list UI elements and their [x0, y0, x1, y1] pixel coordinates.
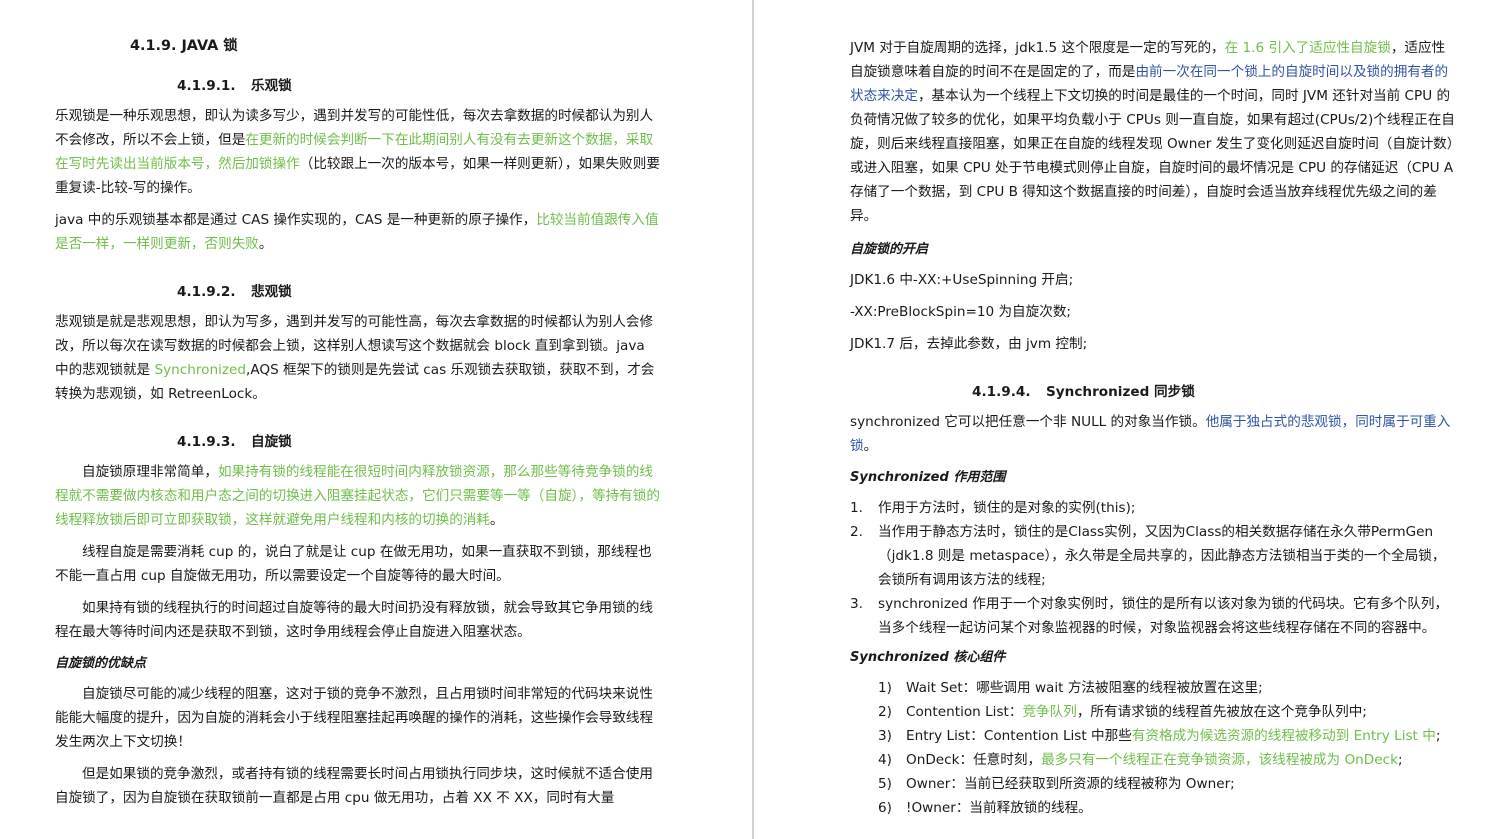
list-item: 2. 当作用于静态方法时，锁住的是Class实例，又因为Class的相关数据存储在…	[850, 524, 1446, 588]
list-item: 1) Wait Set：哪些调用 wait 方法被阻塞的线程被放置在这里;	[878, 680, 1263, 696]
list-item: 1. 作用于方法时，锁住的是对象的实例(this);	[850, 500, 1136, 516]
spin-paragraph-4: 自旋锁尽可能的减少线程的阻塞，这对于锁的竞争不激烈，且占用锁时间非常短的代码块来…	[55, 686, 654, 750]
left-page-content: 4.1.9. JAVA 锁 4.1.9.1. 乐观锁 乐观锁是一种乐观思想，即认为…	[55, 36, 660, 810]
sync-core-list: 1) Wait Set：哪些调用 wait 方法被阻塞的线程被放置在这里; 2) C…	[850, 676, 1458, 820]
heading-title: Synchronized 同步锁	[1046, 384, 1195, 400]
sync-scope-list: 1. 作用于方法时，锁住的是对象的实例(this); 2. 当作用于静态方法时，锁住…	[850, 496, 1458, 640]
spin-enable-title: 自旋锁的开启	[850, 242, 929, 257]
page-divider	[752, 0, 754, 839]
list-item: 2) Contention List：竞争队列，所有请求锁的线程首先被放在这个竞争…	[878, 704, 1367, 720]
spin-enable-line-3: JDK1.7 后，去掉此参数，由 jvm 控制;	[850, 336, 1088, 352]
list-item: 4) OnDeck：任意时刻，最多只有一个线程正在竞争锁资源，该线程被成为 OnD…	[878, 752, 1403, 768]
left-page: 4.1.9. JAVA 锁 4.1.9.1. 乐观锁 乐观锁是一种乐观思想，即认为…	[0, 0, 752, 839]
optimistic-paragraph-2: java 中的乐观锁基本都是通过 CAS 操作实现的，CAS 是一种更新的原子操…	[55, 212, 659, 252]
heading-java-lock: 4.1.9. JAVA 锁	[130, 38, 238, 54]
optimistic-paragraph-1: 乐观锁是一种乐观思想，即认为读多写少，遇到并发写的可能性低，每次去拿数据的时候都…	[55, 108, 660, 196]
heading-number: 4.1.9.3.	[177, 434, 236, 450]
spin-paragraph-5: 但是如果锁的竞争激烈，或者持有锁的线程需要长时间占用锁执行同步块，这时候就不适合…	[55, 766, 653, 806]
list-item: 5) Owner：当前已经获取到所资源的线程被称为 Owner;	[878, 776, 1235, 792]
spin-pros-cons-title: 自旋锁的优缺点	[55, 656, 147, 671]
heading-number: 4.1.9.4.	[972, 384, 1031, 400]
spin-paragraph-2: 线程自旋是需要消耗 cup 的，说白了就是让 cup 在做无用功，如果一直获取不…	[55, 544, 652, 584]
heading-title: 悲观锁	[251, 284, 292, 300]
heading-optimistic-lock: 4.1.9.1. 乐观锁	[55, 76, 660, 96]
right-page-content: JVM 对于自旋周期的选择，jdk1.5 这个限度是一定的写死的，在 1.6 引…	[850, 36, 1458, 820]
spin-enable-line-2: -XX:PreBlockSpin=10 为自旋次数;	[850, 304, 1072, 320]
adaptive-spin-paragraph: JVM 对于自旋周期的选择，jdk1.5 这个限度是一定的写死的，在 1.6 引…	[850, 40, 1455, 224]
sync-scope-title: Synchronized 作用范围	[850, 470, 1006, 485]
list-item: 3) Entry List：Contention List 中那些有资格成为候选资…	[878, 728, 1441, 744]
heading-number: 4.1.9.2.	[177, 284, 236, 300]
pessimistic-paragraph: 悲观锁是就是悲观思想，即认为写多，遇到并发写的可能性高，每次去拿数据的时候都认为…	[55, 314, 655, 402]
heading-title: 乐观锁	[251, 78, 292, 94]
spin-enable-line-1: JDK1.6 中-XX:+UseSpinning 开启;	[850, 272, 1074, 288]
heading-synchronized: 4.1.9.4. Synchronized 同步锁	[850, 382, 1458, 402]
spin-paragraph-1: 自旋锁原理非常简单，如果持有锁的线程能在很短时间内释放锁资源，那么那些等待竞争锁…	[55, 464, 660, 528]
right-page: JVM 对于自旋周期的选择，jdk1.5 这个限度是一定的写死的，在 1.6 引…	[755, 0, 1503, 839]
heading-number: 4.1.9.1.	[177, 78, 236, 94]
heading-title: 自旋锁	[251, 434, 292, 450]
heading-spin-lock: 4.1.9.3. 自旋锁	[55, 432, 660, 452]
list-item: 3. synchronized 作用于一个对象实例时，锁住的是所有以该对象为锁的代…	[850, 596, 1449, 636]
heading-pessimistic-lock: 4.1.9.2. 悲观锁	[55, 282, 660, 302]
synchronized-paragraph: synchronized 它可以把任意一个非 NULL 的对象当作锁。他属于独占…	[850, 414, 1451, 454]
list-item: 6) !Owner：当前释放锁的线程。	[878, 800, 1092, 816]
sync-core-title: Synchronized 核心组件	[850, 650, 1006, 665]
spin-paragraph-3: 如果持有锁的线程执行的时间超过自旋等待的最大时间扔没有释放锁，就会导致其它争用锁…	[55, 600, 653, 640]
